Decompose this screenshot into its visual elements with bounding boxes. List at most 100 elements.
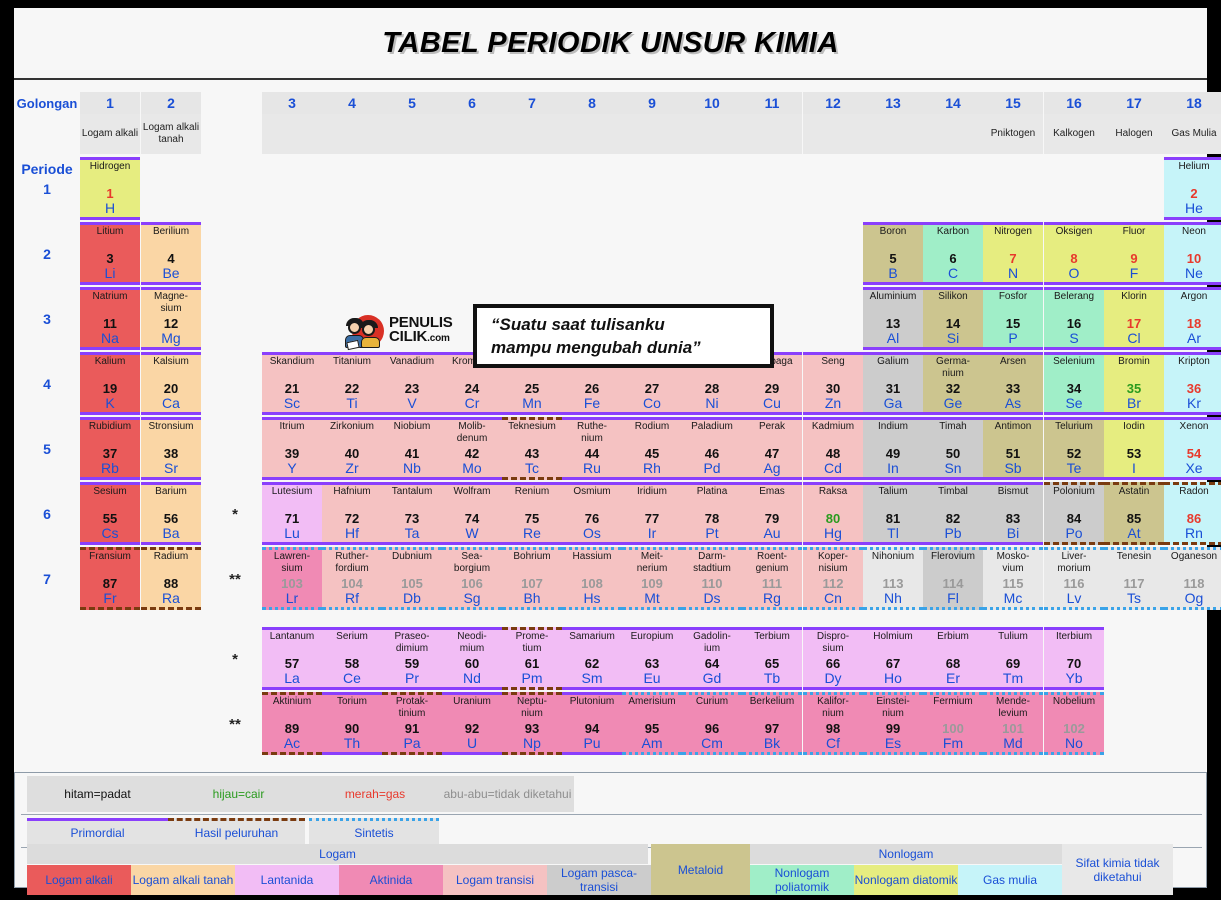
element-cell-Nb[interactable]: Niobium 41 Nb — [382, 417, 442, 480]
element-cell-Pu[interactable]: Plutonium 94 Pu — [562, 692, 622, 755]
element-cell-Eu[interactable]: Europium 63 Eu — [622, 627, 682, 690]
element-cell-Ar[interactable]: Argon 18 Ar — [1164, 287, 1221, 350]
element-cell-Ac[interactable]: Aktinium 89 Ac — [262, 692, 322, 755]
element-cell-Th[interactable]: Torium 90 Th — [322, 692, 382, 755]
element-cell-Sm[interactable]: Samarium 62 Sm — [562, 627, 622, 690]
element-cell-Zn[interactable]: Seng 30 Zn — [803, 352, 863, 415]
element-cell-Er[interactable]: Erbium 68 Er — [923, 627, 983, 690]
element-cell-Cf[interactable]: Kalifor-nium 98 Cf — [803, 692, 863, 755]
element-cell-Cl[interactable]: Klorin 17 Cl — [1104, 287, 1164, 350]
element-cell-Zr[interactable]: Zirkonium 40 Zr — [322, 417, 382, 480]
element-cell-Tm[interactable]: Tulium 69 Tm — [983, 627, 1043, 690]
element-cell-Pb[interactable]: Timbal 82 Pb — [923, 482, 983, 545]
element-cell-Mo[interactable]: Molib-denum 42 Mo — [442, 417, 502, 480]
element-cell-Rn[interactable]: Radon 86 Rn — [1164, 482, 1221, 545]
element-cell-Sc[interactable]: Skandium 21 Sc — [262, 352, 322, 415]
element-cell-Am[interactable]: Amerisium 95 Am — [622, 692, 682, 755]
element-cell-Tc[interactable]: Teknesium 43 Tc — [502, 417, 562, 480]
element-cell-W[interactable]: Wolfram 74 W — [442, 482, 502, 545]
element-cell-Sg[interactable]: Sea-borgium 106 Sg — [442, 547, 502, 610]
element-cell-Dy[interactable]: Dispro-sium 66 Dy — [803, 627, 863, 690]
element-cell-Fr[interactable]: Fransium 87 Fr — [80, 547, 140, 610]
element-cell-Lr[interactable]: Lawren-sium 103 Lr — [262, 547, 322, 610]
element-cell-Pr[interactable]: Praseo-dimium 59 Pr — [382, 627, 442, 690]
element-cell-Hg[interactable]: Raksa 80 Hg — [803, 482, 863, 545]
element-cell-Tb[interactable]: Terbium 65 Tb — [742, 627, 802, 690]
element-cell-Sr[interactable]: Stronsium 38 Sr — [141, 417, 201, 480]
element-cell-Nd[interactable]: Neodi-mium 60 Nd — [442, 627, 502, 690]
element-cell-U[interactable]: Uranium 92 U — [442, 692, 502, 755]
element-cell-Li[interactable]: Litium 3 Li — [80, 222, 140, 285]
element-cell-H[interactable]: Hidrogen 1 H — [80, 157, 140, 220]
element-cell-Br[interactable]: Bromin 35 Br — [1104, 352, 1164, 415]
element-cell-F[interactable]: Fluor 9 F — [1104, 222, 1164, 285]
element-cell-Og[interactable]: Oganeson 118 Og — [1164, 547, 1221, 610]
element-cell-At[interactable]: Astatin 85 At — [1104, 482, 1164, 545]
element-cell-V[interactable]: Vanadium 23 V — [382, 352, 442, 415]
element-cell-Cd[interactable]: Kadmium 48 Cd — [803, 417, 863, 480]
element-cell-Lv[interactable]: Liver-morium 116 Lv — [1044, 547, 1104, 610]
element-cell-Ti[interactable]: Titanium 22 Ti — [322, 352, 382, 415]
element-cell-Ce[interactable]: Serium 58 Ce — [322, 627, 382, 690]
element-cell-Ta[interactable]: Tantalum 73 Ta — [382, 482, 442, 545]
element-cell-Rh[interactable]: Rodium 45 Rh — [622, 417, 682, 480]
element-cell-Na[interactable]: Natrium 11 Na — [80, 287, 140, 350]
element-cell-Os[interactable]: Osmium 76 Os — [562, 482, 622, 545]
element-cell-Nh[interactable]: Nihonium 113 Nh — [863, 547, 923, 610]
element-cell-Hs[interactable]: Hassium 108 Hs — [562, 547, 622, 610]
element-cell-Cs[interactable]: Sesium 55 Cs — [80, 482, 140, 545]
element-cell-Ds[interactable]: Darm-stadtium 110 Ds — [682, 547, 742, 610]
element-cell-Si[interactable]: Silikon 14 Si — [923, 287, 983, 350]
element-cell-Rb[interactable]: Rubidium 37 Rb — [80, 417, 140, 480]
element-cell-He[interactable]: Helium 2 He — [1164, 157, 1221, 220]
element-cell-Mg[interactable]: Magne-sium 12 Mg — [141, 287, 201, 350]
element-cell-Re[interactable]: Renium 75 Re — [502, 482, 562, 545]
element-cell-Ru[interactable]: Ruthe-nium 44 Ru — [562, 417, 622, 480]
element-cell-Ra[interactable]: Radium 88 Ra — [141, 547, 201, 610]
element-cell-In[interactable]: Indium 49 In — [863, 417, 923, 480]
element-cell-Lu[interactable]: Lutesium 71 Lu — [262, 482, 322, 545]
element-cell-Pa[interactable]: Protak-tinium 91 Pa — [382, 692, 442, 755]
element-cell-O[interactable]: Oksigen 8 O — [1044, 222, 1104, 285]
element-cell-Es[interactable]: Einstei-nium 99 Es — [863, 692, 923, 755]
element-cell-N[interactable]: Nitrogen 7 N — [983, 222, 1043, 285]
element-cell-K[interactable]: Kalium 19 K — [80, 352, 140, 415]
element-cell-Rg[interactable]: Roent-genium 111 Rg — [742, 547, 802, 610]
element-cell-P[interactable]: Fosfor 15 P — [983, 287, 1043, 350]
element-cell-Bk[interactable]: Berkelium 97 Bk — [742, 692, 802, 755]
element-cell-Te[interactable]: Telurium 52 Te — [1044, 417, 1104, 480]
element-cell-Mc[interactable]: Mosko-vium 115 Mc — [983, 547, 1043, 610]
element-cell-Rf[interactable]: Ruther-fordium 104 Rf — [322, 547, 382, 610]
element-cell-Np[interactable]: Neptu-nium 93 Np — [502, 692, 562, 755]
element-cell-Al[interactable]: Aluminium 13 Al — [863, 287, 923, 350]
element-cell-Ba[interactable]: Barium 56 Ba — [141, 482, 201, 545]
element-cell-Ag[interactable]: Perak 47 Ag — [742, 417, 802, 480]
element-cell-Ge[interactable]: Germa-nium 32 Ge — [923, 352, 983, 415]
element-cell-Be[interactable]: Berilium 4 Be — [141, 222, 201, 285]
element-cell-Ne[interactable]: Neon 10 Ne — [1164, 222, 1221, 285]
element-cell-Au[interactable]: Emas 79 Au — [742, 482, 802, 545]
element-cell-Po[interactable]: Polonium 84 Po — [1044, 482, 1104, 545]
element-cell-Ga[interactable]: Galium 31 Ga — [863, 352, 923, 415]
element-cell-Ir[interactable]: Iridium 77 Ir — [622, 482, 682, 545]
element-cell-Fl[interactable]: Flerovium 114 Fl — [923, 547, 983, 610]
element-cell-Db[interactable]: Dubnium 105 Db — [382, 547, 442, 610]
element-cell-C[interactable]: Karbon 6 C — [923, 222, 983, 285]
element-cell-Fm[interactable]: Fermium 100 Fm — [923, 692, 983, 755]
element-cell-Hf[interactable]: Hafnium 72 Hf — [322, 482, 382, 545]
element-cell-Pt[interactable]: Platina 78 Pt — [682, 482, 742, 545]
element-cell-Ho[interactable]: Holmium 67 Ho — [863, 627, 923, 690]
element-cell-B[interactable]: Boron 5 B — [863, 222, 923, 285]
element-cell-Mt[interactable]: Meit-nerium 109 Mt — [622, 547, 682, 610]
element-cell-As[interactable]: Arsen 33 As — [983, 352, 1043, 415]
element-cell-Pm[interactable]: Prome-tium 61 Pm — [502, 627, 562, 690]
element-cell-S[interactable]: Belerang 16 S — [1044, 287, 1104, 350]
element-cell-Se[interactable]: Selenium 34 Se — [1044, 352, 1104, 415]
element-cell-Ts[interactable]: Tenesin 117 Ts — [1104, 547, 1164, 610]
element-cell-Xe[interactable]: Xenon 54 Xe — [1164, 417, 1221, 480]
element-cell-La[interactable]: Lantanum 57 La — [262, 627, 322, 690]
element-cell-Ca[interactable]: Kalsium 20 Ca — [141, 352, 201, 415]
element-cell-Kr[interactable]: Kripton 36 Kr — [1164, 352, 1221, 415]
element-cell-I[interactable]: Iodin 53 I — [1104, 417, 1164, 480]
element-cell-Gd[interactable]: Gadolin-ium 64 Gd — [682, 627, 742, 690]
